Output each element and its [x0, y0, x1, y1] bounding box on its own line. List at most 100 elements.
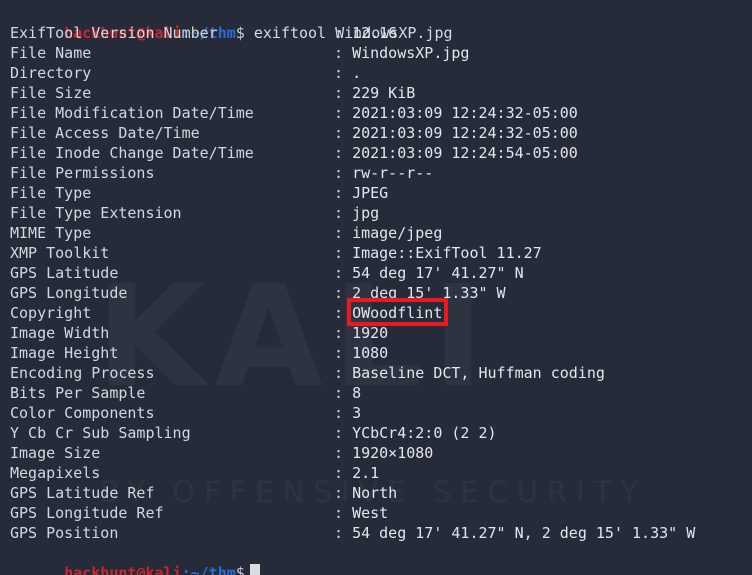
exif-row: MIME Type: image/jpeg [10, 223, 752, 243]
exif-value: . [352, 64, 362, 82]
exif-row: Copyright: OWoodflint [10, 298, 752, 326]
prompt-path-bottom: ~/thm [190, 564, 236, 575]
exif-separator: : [334, 264, 353, 282]
exif-row: Y Cb Cr Sub Sampling: YCbCr4:2:0 (2 2) [10, 423, 752, 443]
exif-key: GPS Longitude Ref [10, 504, 164, 522]
prompt-dollar-bottom: $ [235, 564, 245, 575]
exif-value: 2 deg 15' 1.33" W [352, 284, 506, 302]
exif-row: Image Width: 1920 [10, 323, 752, 343]
exif-separator: : [334, 224, 353, 242]
exif-key: Image Size [10, 444, 101, 462]
exif-row: File Type: JPEG [10, 183, 752, 203]
exif-separator: : [334, 84, 353, 102]
exif-value: 8 [352, 384, 362, 402]
exif-key: Copyright [10, 304, 92, 322]
exif-value: 2.1 [352, 464, 380, 482]
exif-separator: : [334, 304, 353, 322]
exif-key: File Type [10, 184, 92, 202]
exif-separator: : [334, 484, 353, 502]
exif-separator: : [334, 364, 353, 382]
exif-row: File Modification Date/Time: 2021:03:09 … [10, 103, 752, 123]
exif-row: ExifTool Version Number: 12.16 [10, 23, 752, 43]
exif-separator: : [334, 204, 353, 222]
exif-key: GPS Latitude [10, 264, 119, 282]
exif-key: GPS Latitude Ref [10, 484, 155, 502]
exif-row: File Name: WindowsXP.jpg [10, 43, 752, 63]
exif-separator: : [334, 284, 353, 302]
exif-separator: : [334, 444, 353, 462]
exif-key: File Permissions [10, 164, 155, 182]
exiftool-output: ExifTool Version Number: 12.16 File Name:… [10, 23, 752, 543]
exif-row: File Type Extension: jpg [10, 203, 752, 223]
exif-key: Color Components [10, 404, 155, 422]
exif-separator: : [334, 424, 353, 442]
exif-value: 2021:03:09 12:24:32-05:00 [352, 124, 578, 142]
exif-row: Directory: . [10, 63, 752, 83]
exif-separator: : [334, 404, 353, 422]
exif-separator: : [334, 464, 353, 482]
exif-value: Image::ExifTool 11.27 [352, 244, 542, 262]
exif-key: File Modification Date/Time [10, 104, 254, 122]
exif-value: image/jpeg [352, 224, 443, 242]
exif-value: YCbCr4:2:0 (2 2) [352, 424, 497, 442]
exif-value: North [352, 484, 398, 502]
exif-row: Encoding Process: Baseline DCT, Huffman … [10, 363, 752, 383]
exif-separator: : [334, 24, 353, 42]
exif-value: West [352, 504, 389, 522]
exif-row: GPS Longitude: 2 deg 15' 1.33" W [10, 283, 752, 303]
exif-separator: : [334, 104, 353, 122]
exif-separator: : [334, 384, 353, 402]
exif-row: Megapixels: 2.1 [10, 463, 752, 483]
exif-value: 1920×1080 [352, 444, 434, 462]
exif-key: Bits Per Sample [10, 384, 146, 402]
exif-value: 2021:03:09 12:24:54-05:00 [352, 144, 578, 162]
exif-row: GPS Position: 54 deg 17' 41.27" N, 2 deg… [10, 523, 752, 543]
exif-row: GPS Latitude Ref: North [10, 483, 752, 503]
exif-value: 1080 [352, 344, 389, 362]
prompt-host-bottom: kali [145, 564, 182, 575]
exif-key: Encoding Process [10, 364, 155, 382]
exif-value: OWoodflint [352, 304, 443, 322]
exif-key: Image Height [10, 344, 119, 362]
exif-separator: : [334, 124, 353, 142]
exif-key: File Inode Change Date/Time [10, 144, 254, 162]
exif-row: GPS Longitude Ref: West [10, 503, 752, 523]
exif-value: jpg [352, 204, 380, 222]
exif-key: XMP Toolkit [10, 244, 110, 262]
exif-row: File Access Date/Time: 2021:03:09 12:24:… [10, 123, 752, 143]
exif-value: 2021:03:09 12:24:32-05:00 [352, 104, 578, 122]
terminal-window[interactable]: KALI BY OFFENSIVE SECURITY hackhunt@kali… [0, 0, 752, 575]
exif-key: Directory [10, 64, 92, 82]
text-cursor [249, 564, 260, 575]
exif-value: 54 deg 17' 41.27" N [352, 264, 524, 282]
exif-value: WindowsXP.jpg [352, 44, 470, 62]
exif-row: Image Size: 1920×1080 [10, 443, 752, 463]
exif-value: 3 [352, 404, 362, 422]
exif-key: ExifTool Version Number [10, 24, 218, 42]
exif-separator: : [334, 184, 353, 202]
exif-row: Color Components: 3 [10, 403, 752, 423]
exif-row: Bits Per Sample: 8 [10, 383, 752, 403]
exif-value: rw-r--r-- [352, 164, 434, 182]
exif-row: Image Height: 1080 [10, 343, 752, 363]
exif-value: JPEG [352, 184, 389, 202]
exif-key: File Access Date/Time [10, 124, 200, 142]
exif-separator: : [334, 144, 353, 162]
prompt-user-bottom: hackhunt [64, 564, 137, 575]
prompt-colon-bottom: : [181, 564, 191, 575]
exif-key: File Size [10, 84, 92, 102]
exif-key: File Name [10, 44, 92, 62]
exif-separator: : [334, 244, 353, 262]
exif-separator: : [334, 504, 353, 522]
exif-key: File Type Extension [10, 204, 182, 222]
exif-row: File Inode Change Date/Time: 2021:03:09 … [10, 143, 752, 163]
exif-separator: : [334, 324, 353, 342]
exif-value: 12.16 [352, 24, 398, 42]
exif-separator: : [334, 164, 353, 182]
exif-row: File Permissions: rw-r--r-- [10, 163, 752, 183]
exif-separator: : [334, 64, 353, 82]
exif-value: Baseline DCT, Huffman coding [352, 364, 605, 382]
exif-value: 1920 [352, 324, 389, 342]
command-line-bottom[interactable]: hackhunt@kali:~/thm$ [10, 543, 752, 575]
highlighted-value-wrapper: OWoodflint [347, 298, 449, 326]
